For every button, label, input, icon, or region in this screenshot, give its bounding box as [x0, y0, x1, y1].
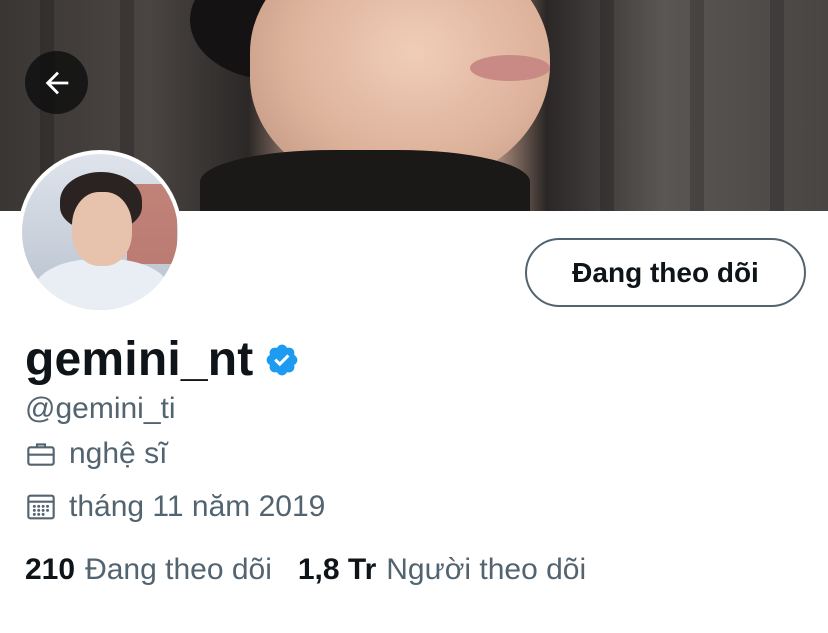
- followers-stat-link[interactable]: 1,8 Tr Người theo dõi: [298, 553, 586, 587]
- following-label: Đang theo dõi: [85, 553, 272, 586]
- profile-stats: 210 Đang theo dõi 1,8 Tr Người theo dõi: [25, 553, 586, 587]
- display-name: gemini_nt: [25, 333, 254, 386]
- joined-date-text: tháng 11 năm 2019: [69, 490, 326, 523]
- profile-name-row: gemini_nt: [25, 332, 300, 387]
- followers-count: 1,8 Tr: [297, 553, 377, 586]
- arrow-left-icon: [45, 71, 68, 94]
- avatar[interactable]: [18, 150, 182, 314]
- followers-label: Người theo dõi: [386, 553, 587, 586]
- following-count: 210: [25, 553, 76, 586]
- back-button[interactable]: [25, 51, 88, 114]
- joined-date-row: tháng 11 năm 2019: [25, 490, 325, 524]
- calendar-icon: [27, 494, 55, 520]
- profile-handle: @gemini_ti: [25, 392, 176, 425]
- verified-badge-icon: [266, 344, 297, 375]
- profession-row: nghệ sĩ: [25, 437, 167, 471]
- briefcase-icon: [27, 443, 55, 466]
- following-button[interactable]: Đang theo dõi: [525, 238, 806, 307]
- following-stat-link[interactable]: 210 Đang theo dõi: [25, 553, 272, 587]
- profession-text: nghệ sĩ: [69, 437, 168, 470]
